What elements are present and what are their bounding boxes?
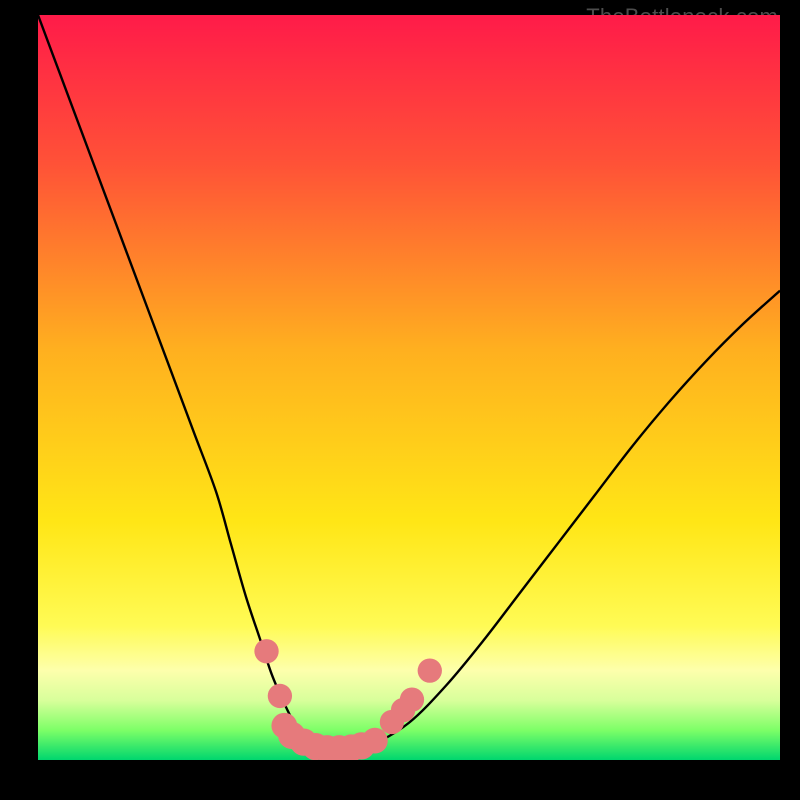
- plot-area: [38, 15, 780, 760]
- data-marker: [254, 639, 278, 663]
- data-marker: [268, 684, 292, 708]
- data-marker: [400, 687, 424, 711]
- bottleneck-chart: [38, 15, 780, 760]
- data-marker: [362, 728, 388, 754]
- gradient-background: [38, 15, 780, 760]
- chart-frame: TheBottleneck.com: [0, 0, 800, 800]
- data-marker: [418, 658, 442, 682]
